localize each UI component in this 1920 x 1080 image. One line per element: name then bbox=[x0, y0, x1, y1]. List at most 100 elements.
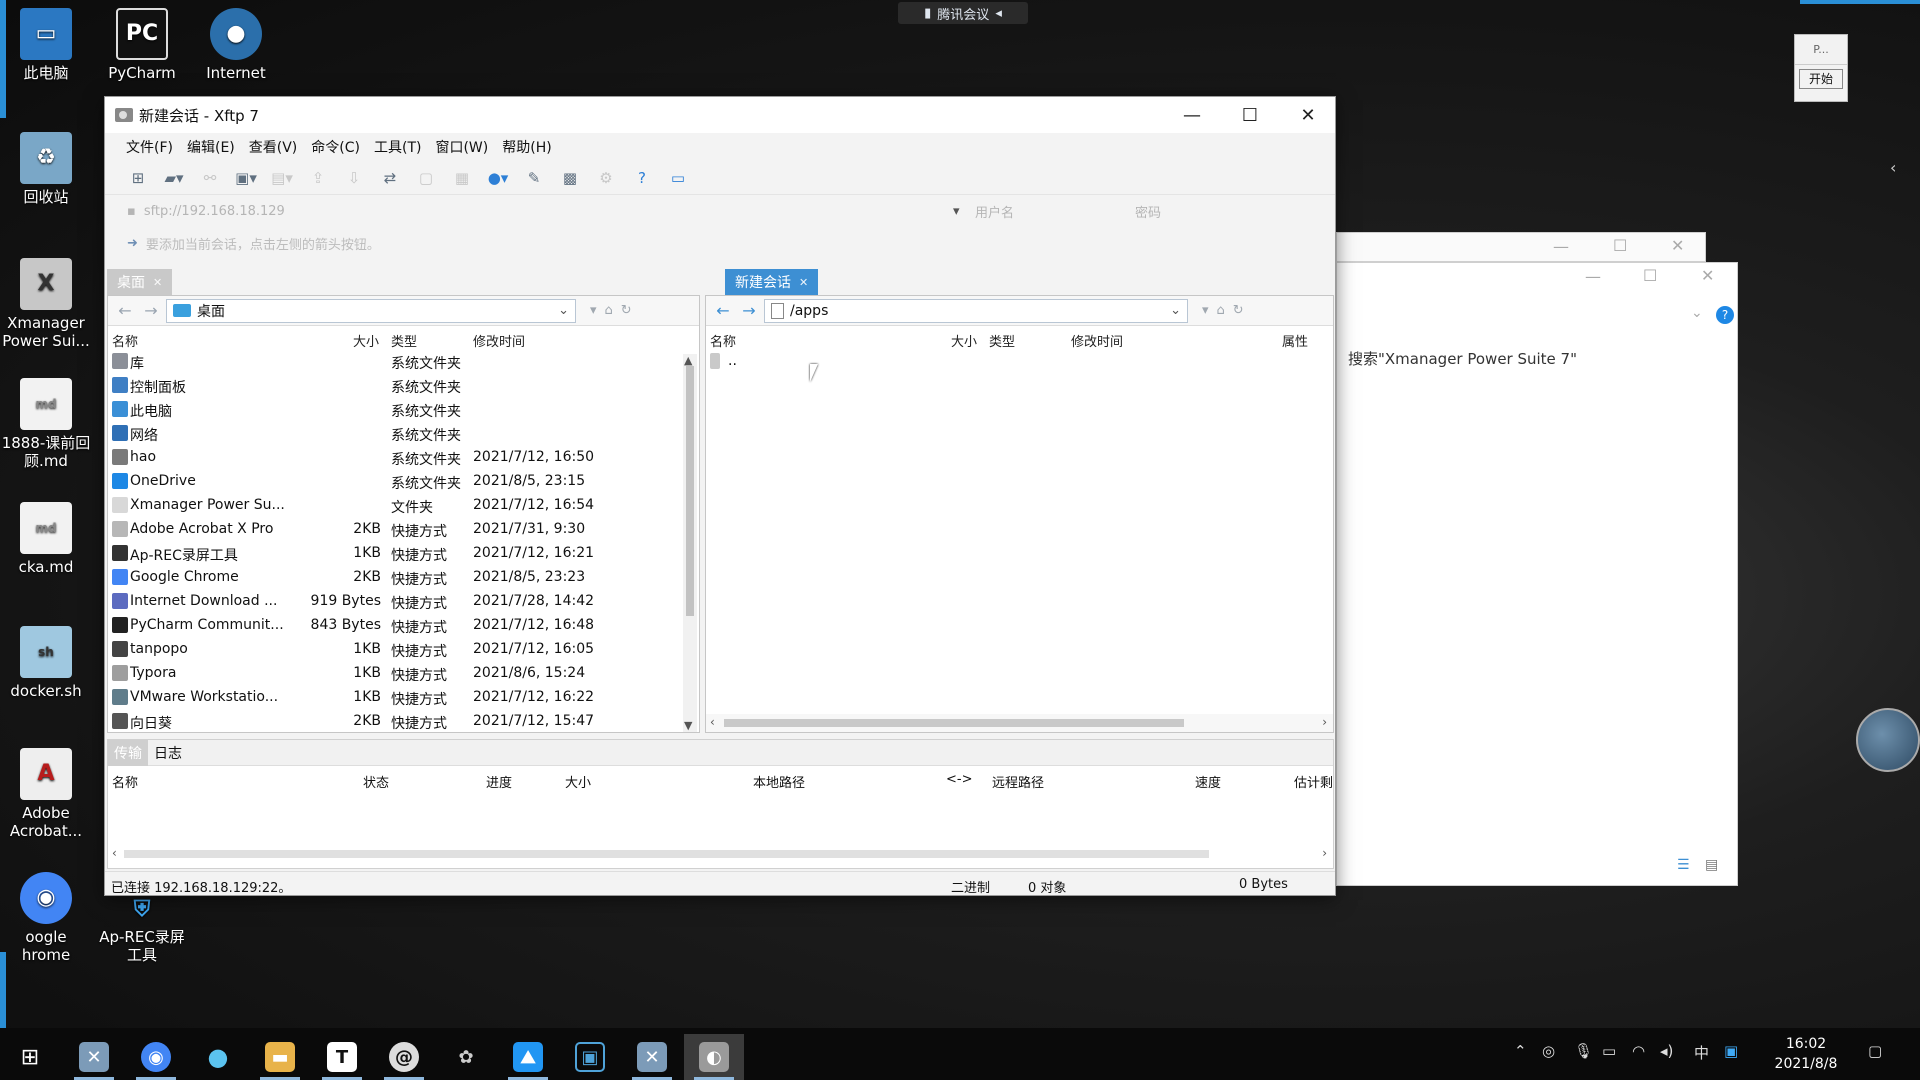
parent-folder-icon[interactable]: ⌂ bbox=[1217, 303, 1225, 318]
close-icon[interactable]: ✕ bbox=[1671, 236, 1684, 255]
stop-icon[interactable]: ▢ bbox=[411, 166, 441, 190]
connect-icon[interactable]: ⚯ bbox=[195, 166, 225, 190]
desktop-icon-xmanager[interactable]: X Xmanager Power Sui... bbox=[0, 258, 92, 350]
transfer-mode[interactable]: 二进制 bbox=[951, 877, 990, 896]
start-button[interactable]: 开始 bbox=[1799, 69, 1843, 89]
transfer-horizontal-scrollbar[interactable]: ‹ › bbox=[108, 846, 1333, 862]
scroll-thumb[interactable] bbox=[724, 719, 1184, 727]
column-type[interactable]: 类型 bbox=[989, 331, 1015, 350]
menu-view[interactable]: 查看(V) bbox=[242, 137, 305, 157]
table-row[interactable]: 库 系统文件夹 bbox=[108, 350, 699, 374]
system-clock[interactable]: 16:02 2021/8/8 bbox=[1766, 1034, 1846, 1074]
session-properties-icon[interactable]: ▣▾ bbox=[231, 166, 261, 190]
back-arrow-icon[interactable]: ← bbox=[712, 301, 734, 320]
chat-icon[interactable]: ▭ bbox=[663, 166, 693, 190]
scroll-thumb[interactable] bbox=[686, 366, 694, 616]
column-eta[interactable]: 估计剩 bbox=[1294, 772, 1333, 791]
globe-icon[interactable]: ●▾ bbox=[483, 166, 513, 190]
title-bar[interactable]: 新建会话 - Xftp 7 — ☐ ✕ bbox=[105, 97, 1335, 133]
desktop-icon-ap-rec[interactable]: ⛨ Ap-REC录屏工具 bbox=[96, 896, 188, 965]
chevron-down-icon[interactable]: ⌄ bbox=[558, 303, 569, 318]
chevron-down-icon[interactable]: ▾ bbox=[953, 204, 960, 219]
password-input[interactable]: 密码 bbox=[1135, 202, 1161, 221]
taskbar-app-xftp-pinned[interactable]: ✕ bbox=[64, 1034, 124, 1080]
chevron-up-icon[interactable]: ⌃ bbox=[1514, 1042, 1527, 1060]
column-size[interactable]: 大小 bbox=[951, 331, 977, 350]
close-icon[interactable]: ✕ bbox=[799, 276, 808, 289]
table-row[interactable]: Xmanager Power Su... 文件夹 2021/7/12, 16:54 bbox=[108, 494, 699, 518]
back-arrow-icon[interactable]: ← bbox=[114, 301, 136, 320]
tab-local-desktop[interactable]: 桌面 ✕ bbox=[107, 269, 173, 295]
table-row[interactable]: 网络 系统文件夹 bbox=[108, 422, 699, 446]
desktop-icon-internet[interactable]: ● Internet bbox=[190, 8, 282, 82]
column-direction[interactable]: <-> bbox=[946, 772, 972, 787]
script-icon[interactable]: ✎ bbox=[519, 166, 549, 190]
column-name[interactable]: 名称 bbox=[112, 772, 138, 791]
desktop-icon-adobe-acrobat[interactable]: A Adobe Acrobat... bbox=[0, 748, 92, 840]
notification-icon[interactable]: ▢ bbox=[1868, 1042, 1882, 1060]
floating-avatar[interactable] bbox=[1856, 708, 1920, 772]
meeting-indicator[interactable]: ▮ 腾讯会议 ◂ bbox=[898, 2, 1028, 24]
menu-tools[interactable]: 工具(T) bbox=[367, 137, 428, 157]
terminal-icon[interactable]: ▩ bbox=[555, 166, 585, 190]
desktop-icon-md-file[interactable]: md 1888-课前回顾.md bbox=[0, 378, 92, 470]
table-row[interactable]: PyCharm Communit... 843 Bytes 快捷方式 2021/7/1… bbox=[108, 614, 699, 638]
list-view-icon[interactable]: ☰ bbox=[1677, 857, 1690, 873]
forward-arrow-icon[interactable]: → bbox=[738, 301, 760, 320]
column-status[interactable]: 状态 bbox=[363, 772, 389, 791]
table-row[interactable]: Adobe Acrobat X Pro 2KB 快捷方式 2021/7/31, 9:3… bbox=[108, 518, 699, 542]
local-path-select[interactable]: 桌面 ⌄ bbox=[166, 298, 576, 323]
taskbar-app-xmanager[interactable]: ✕ bbox=[622, 1034, 682, 1080]
arrow-icon[interactable]: ➜ bbox=[127, 236, 138, 251]
table-row[interactable]: Google Chrome 2KB 快捷方式 2021/8/5, 23:23 bbox=[108, 566, 699, 590]
parent-folder-icon[interactable]: ⌂ bbox=[605, 303, 613, 318]
scroll-left-icon[interactable]: ‹ bbox=[710, 715, 715, 729]
column-remote-path[interactable]: 远程路径 bbox=[992, 772, 1044, 791]
table-row[interactable]: OneDrive 系统文件夹 2021/8/5, 23:15 bbox=[108, 470, 699, 494]
dropdown-icon[interactable]: ▾ bbox=[590, 303, 597, 318]
desktop-icon-cka-md[interactable]: md cka.md bbox=[0, 502, 92, 576]
desktop-icon-google-chrome[interactable]: ◉ oogle hrome bbox=[0, 872, 92, 964]
tab-log[interactable]: 日志 bbox=[148, 740, 188, 766]
view-icon[interactable]: ▤▾ bbox=[267, 166, 297, 190]
menu-edit[interactable]: 编辑(E) bbox=[180, 137, 242, 157]
microphone-icon[interactable]: 🎙︎ bbox=[1574, 1042, 1593, 1060]
table-row[interactable]: Internet Download ... 919 Bytes 快捷方式 2021/7… bbox=[108, 590, 699, 614]
new-session-icon[interactable]: ⊞ bbox=[123, 166, 153, 190]
table-row[interactable]: hao 系统文件夹 2021/7/12, 16:50 bbox=[108, 446, 699, 470]
table-row[interactable]: Typora 1KB 快捷方式 2021/8/6, 15:24 bbox=[108, 662, 699, 686]
minimize-icon[interactable]: — bbox=[1585, 267, 1601, 286]
tab-new-session[interactable]: 新建会话 ✕ bbox=[725, 269, 819, 295]
maximize-button[interactable]: ☐ bbox=[1221, 97, 1279, 133]
column-attributes[interactable]: 属性 bbox=[1282, 331, 1308, 350]
close-icon[interactable]: ✕ bbox=[1701, 266, 1714, 285]
column-type[interactable]: 类型 bbox=[391, 331, 417, 350]
local-vertical-scrollbar[interactable]: ▲ ▼ bbox=[683, 354, 697, 732]
table-row[interactable]: tanpopo 1KB 快捷方式 2021/7/12, 16:05 bbox=[108, 638, 699, 662]
column-progress[interactable]: 进度 bbox=[486, 772, 512, 791]
maximize-icon[interactable]: ☐ bbox=[1643, 266, 1657, 285]
queue-icon[interactable]: ▦ bbox=[447, 166, 477, 190]
column-mtime[interactable]: 修改时间 bbox=[1071, 331, 1123, 350]
maximize-icon[interactable]: ☐ bbox=[1613, 236, 1627, 255]
column-mtime[interactable]: 修改时间 bbox=[473, 331, 525, 350]
menu-window[interactable]: 窗口(W) bbox=[428, 137, 495, 157]
volume-icon[interactable]: ◂) bbox=[1660, 1042, 1673, 1060]
username-input[interactable]: 用户名 bbox=[975, 202, 1014, 221]
scroll-down-icon[interactable]: ▼ bbox=[684, 719, 692, 732]
taskbar-app-meeting[interactable]: ⛰ bbox=[498, 1034, 558, 1080]
gear-icon[interactable]: ⚙ bbox=[591, 166, 621, 190]
upload-icon[interactable]: ⇪ bbox=[303, 166, 333, 190]
scroll-thumb[interactable] bbox=[124, 850, 1209, 858]
taskbar-app-chrome[interactable]: ◉ bbox=[126, 1034, 186, 1080]
dropdown-icon[interactable]: ▾ bbox=[1202, 303, 1209, 318]
remote-horizontal-scrollbar[interactable]: ‹ › bbox=[706, 714, 1333, 732]
menu-command[interactable]: 命令(C) bbox=[304, 137, 367, 157]
table-row[interactable]: Ap-REC录屏工具 1KB 快捷方式 2021/7/12, 16:21 bbox=[108, 542, 699, 566]
list-item-parent-dir[interactable]: .. bbox=[706, 350, 1333, 374]
column-name[interactable]: 名称 bbox=[112, 331, 138, 350]
table-row[interactable]: 此电脑 系统文件夹 bbox=[108, 398, 699, 422]
column-size[interactable]: 大小 bbox=[565, 772, 591, 791]
desktop-icon-this-pc[interactable]: ▭ 此电脑 bbox=[0, 8, 92, 82]
forward-arrow-icon[interactable]: → bbox=[140, 301, 162, 320]
